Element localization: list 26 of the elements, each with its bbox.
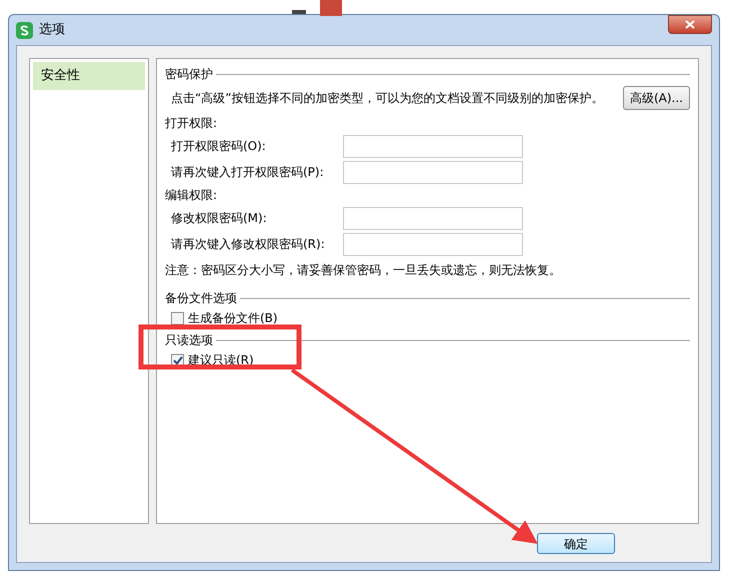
field-label: 请再次键入打开权限密码(P): — [171, 164, 325, 181]
password-field[interactable] — [343, 206, 523, 230]
sidebar-item[interactable]: 安全性 — [33, 62, 145, 90]
close-icon — [685, 20, 695, 29]
field-label: 打开权限密码(O): — [171, 138, 267, 155]
password-field[interactable] — [343, 160, 523, 184]
app-icon — [16, 22, 33, 38]
advanced-button[interactable]: 高级(A)... — [622, 86, 690, 110]
checkbox[interactable] — [171, 312, 184, 324]
password-field[interactable] — [343, 232, 523, 256]
group-title: 密码保护 — [165, 66, 213, 83]
checkbox-label: 生成备份文件(B) — [188, 310, 278, 327]
window-title: 选项 — [39, 21, 65, 40]
description-text: 点击“高级”按钮选择不同的加密类型，可以为您的文档设置不同级别的加密保护。 — [171, 90, 604, 107]
ok-button[interactable]: 确定 — [537, 533, 615, 554]
minimize-icon[interactable] — [292, 10, 306, 14]
group-title: 备份文件选项 — [165, 290, 237, 307]
field-label: 修改权限密码(M): — [171, 210, 268, 227]
section-label: 编辑权限: — [165, 187, 218, 204]
section-label: 打开权限: — [165, 115, 218, 132]
note-text: 注意：密码区分大小写，请妥善保管密码，一旦丢失或遗忘，则无法恢复。 — [165, 262, 562, 279]
close-button[interactable] — [668, 15, 712, 34]
group-title: 只读选项 — [165, 332, 213, 349]
field-label: 请再次键入修改权限密码(R): — [171, 236, 326, 253]
background-close-button[interactable] — [320, 0, 342, 16]
password-field[interactable] — [343, 134, 523, 158]
